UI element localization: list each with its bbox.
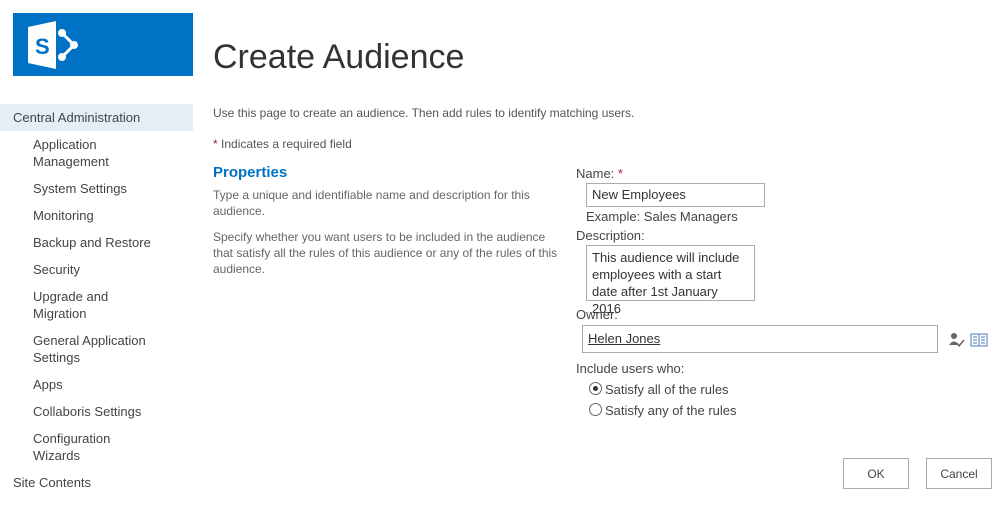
browse-directory-icon[interactable]: [970, 332, 988, 348]
name-example: Example: Sales Managers: [586, 209, 738, 224]
description-label: Description:: [576, 228, 645, 243]
nav-item-system-settings[interactable]: System Settings: [0, 175, 158, 202]
nav-item-general-application-settings[interactable]: General Application Settings: [0, 327, 158, 371]
properties-section: Properties Type a unique and identifiabl…: [213, 164, 568, 277]
nav-item-apps[interactable]: Apps: [0, 371, 158, 398]
ok-button[interactable]: OK: [843, 458, 909, 489]
sharepoint-logo-icon: S: [28, 21, 78, 69]
nav-item-site-contents[interactable]: Site Contents: [0, 469, 193, 496]
radio-label: Satisfy any of the rules: [605, 403, 737, 418]
radio-label: Satisfy all of the rules: [605, 382, 729, 397]
sharepoint-logo[interactable]: S: [13, 13, 193, 76]
include-users-label: Include users who:: [576, 361, 685, 376]
nav-item-collaboris-settings[interactable]: Collaboris Settings: [0, 398, 158, 425]
name-label: Name: *: [576, 166, 623, 181]
nav-item-backup-and-restore[interactable]: Backup and Restore: [0, 229, 158, 256]
owner-people-picker[interactable]: Helen Jones: [582, 325, 938, 353]
radio-satisfy-any[interactable]: Satisfy any of the rules: [589, 403, 737, 418]
nav-item-central-administration[interactable]: Central Administration: [0, 104, 193, 131]
section-desc-1: Type a unique and identifiable name and …: [213, 188, 530, 218]
owner-value[interactable]: Helen Jones: [588, 331, 660, 346]
radio-button-checked[interactable]: [589, 382, 602, 395]
page-title: Create Audience: [213, 38, 465, 76]
section-heading: Properties: [213, 164, 288, 181]
owner-label: Owner:: [576, 307, 618, 322]
nav-item-upgrade-and-migration[interactable]: Upgrade and Migration: [0, 283, 158, 327]
nav-item-configuration-wizards[interactable]: Configuration Wizards: [0, 425, 158, 469]
svg-text:S: S: [35, 34, 50, 59]
cancel-button[interactable]: Cancel: [926, 458, 992, 489]
radio-satisfy-all[interactable]: Satisfy all of the rules: [589, 382, 729, 397]
nav-item-application-management[interactable]: Application Management: [0, 131, 158, 175]
section-desc-2: Specify whether you want users to be inc…: [213, 230, 558, 276]
name-required-star: *: [617, 166, 623, 181]
radio-button[interactable]: [589, 403, 602, 416]
page-intro: Use this page to create an audience. The…: [213, 106, 635, 120]
check-names-icon[interactable]: [948, 332, 966, 348]
required-note-text: Indicates a required field: [217, 137, 352, 151]
description-textarea[interactable]: This audience will include employees wit…: [586, 245, 755, 316]
name-label-text: Name:: [576, 166, 615, 181]
nav-item-security[interactable]: Security: [0, 256, 158, 283]
name-input[interactable]: New Employees: [586, 183, 765, 207]
required-note: * Indicates a required field: [213, 137, 352, 151]
nav-item-monitoring[interactable]: Monitoring: [0, 202, 158, 229]
quick-launch-nav: Central Administration Application Manage…: [0, 104, 193, 496]
